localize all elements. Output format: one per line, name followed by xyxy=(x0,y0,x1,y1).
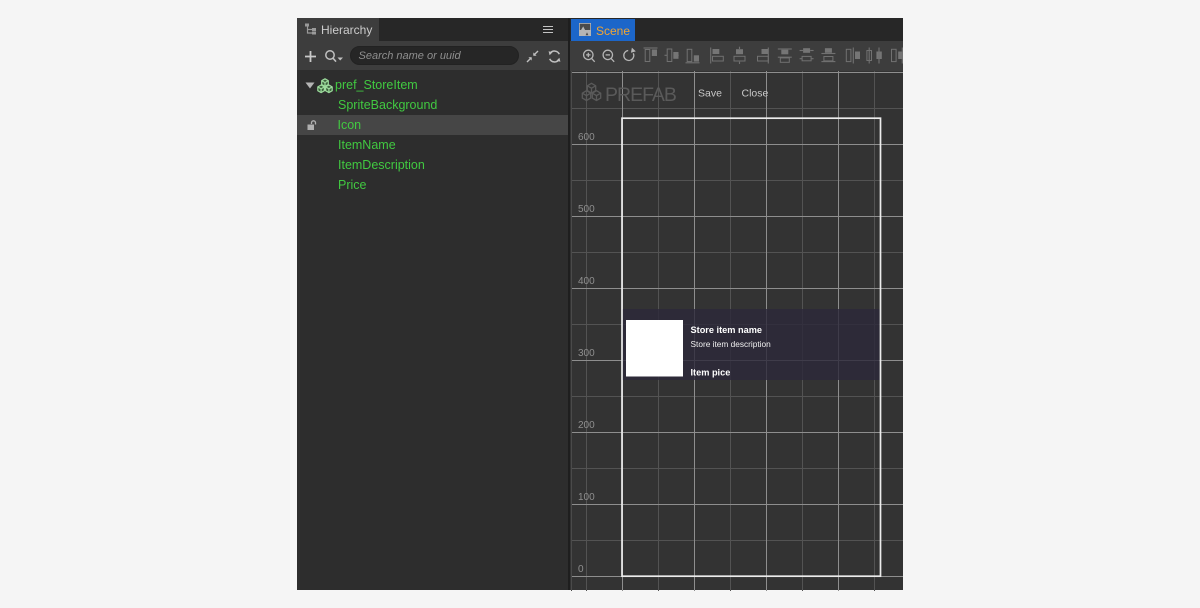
svg-text:300: 300 xyxy=(578,348,595,359)
svg-text:Item pice: Item pice xyxy=(691,367,731,377)
svg-text:100: 100 xyxy=(578,492,595,503)
svg-text:200: 200 xyxy=(578,420,595,431)
svg-text:400: 400 xyxy=(578,276,595,287)
svg-text:Save: Save xyxy=(698,87,722,99)
svg-text:Close: Close xyxy=(742,87,769,99)
svg-text:Store item description: Store item description xyxy=(691,339,772,349)
svg-text:0: 0 xyxy=(578,564,584,575)
svg-text:Store item name: Store item name xyxy=(691,325,762,335)
svg-text:600: 600 xyxy=(578,132,595,143)
svg-text:PREFAB: PREFAB xyxy=(605,84,676,106)
svg-text:500: 500 xyxy=(578,204,595,215)
